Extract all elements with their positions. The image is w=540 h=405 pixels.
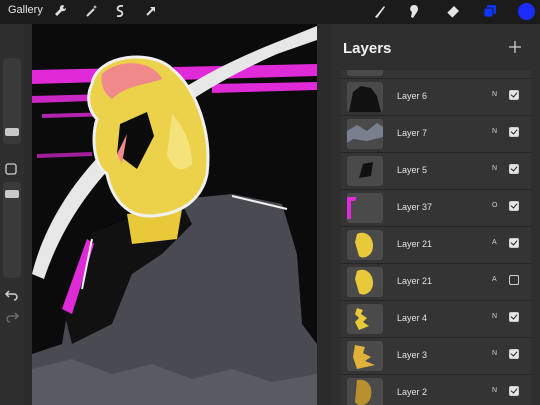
selection-icon[interactable]	[112, 3, 128, 19]
layers-icon[interactable]	[482, 3, 498, 19]
undo-icon[interactable]	[4, 286, 20, 302]
layer-name: Layer 7	[397, 128, 428, 138]
layer-row[interactable]: Layer 6 N	[341, 79, 531, 116]
layer-blend-mode[interactable]: N	[492, 165, 497, 172]
layer-visibility-checkbox[interactable]	[509, 312, 519, 322]
layer-blend-mode[interactable]: N	[492, 128, 497, 135]
layer-row[interactable]: Layer 2 N	[341, 375, 531, 405]
layer-row[interactable]: Layer 3 N	[341, 338, 531, 375]
drawing-canvas[interactable]	[32, 24, 317, 405]
layer-visibility-checkbox[interactable]	[509, 90, 519, 100]
magic-wand-icon[interactable]	[84, 3, 100, 19]
smudge-icon[interactable]	[406, 3, 422, 19]
layer-visibility-checkbox[interactable]	[509, 275, 519, 285]
layer-thumbnail	[347, 230, 383, 260]
layer-visibility-checkbox[interactable]	[509, 349, 519, 359]
layer-blend-mode[interactable]: A	[492, 276, 497, 283]
layer-name: Layer 5	[397, 165, 428, 175]
layer-row[interactable]: Layer 4 N	[341, 301, 531, 338]
layer-row[interactable]: Layer 5 N	[341, 153, 531, 190]
layer-name: Layer 2	[397, 387, 428, 397]
layer-row[interactable]: Layer 7 N	[341, 116, 531, 153]
layer-blend-mode[interactable]: N	[492, 350, 497, 357]
layer-thumbnail	[347, 82, 383, 112]
plus-icon[interactable]	[508, 40, 522, 54]
layer-visibility-checkbox[interactable]	[509, 386, 519, 396]
layer-row[interactable]: Layer 21 A	[341, 264, 531, 301]
layer-thumbnail	[347, 378, 383, 405]
eraser-icon[interactable]	[445, 3, 461, 19]
layer-blend-mode[interactable]: A	[492, 239, 497, 246]
layer-thumbnail	[347, 341, 383, 371]
opacity-thumb[interactable]	[5, 190, 19, 198]
brush-size-slider[interactable]	[3, 58, 21, 144]
layer-row[interactable]: Layer 21 A	[341, 227, 531, 264]
layer-thumbnail	[347, 267, 383, 297]
layer-thumbnail	[347, 119, 383, 149]
layer-visibility-checkbox[interactable]	[509, 127, 519, 137]
layer-visibility-checkbox[interactable]	[509, 238, 519, 248]
layer-row-partial[interactable]	[341, 70, 531, 79]
layers-panel-title: Layers	[343, 40, 392, 57]
wrench-icon[interactable]	[52, 3, 68, 19]
layer-row[interactable]: Layer 37 O	[341, 190, 531, 227]
layer-thumbnail	[347, 156, 383, 186]
layer-name: Layer 6	[397, 91, 428, 101]
opacity-slider[interactable]	[3, 182, 21, 278]
modifier-square-icon[interactable]	[5, 162, 17, 175]
brush-icon[interactable]	[372, 3, 388, 19]
layer-blend-mode[interactable]: N	[492, 387, 497, 394]
layer-name: Layer 3	[397, 350, 428, 360]
layer-name: Layer 21	[397, 239, 433, 249]
left-sidebar	[0, 24, 24, 405]
brush-size-thumb[interactable]	[5, 128, 19, 136]
layer-visibility-checkbox[interactable]	[509, 164, 519, 174]
layer-name: Layer 21	[397, 276, 433, 286]
layer-name: Layer 4	[397, 313, 428, 323]
top-toolbar: Gallery	[0, 0, 540, 24]
redo-icon[interactable]	[4, 308, 20, 324]
layer-thumbnail	[347, 304, 383, 334]
layer-blend-mode[interactable]: N	[492, 91, 497, 98]
layer-thumbnail	[347, 193, 383, 223]
layer-visibility-checkbox[interactable]	[509, 201, 519, 211]
transform-arrow-icon[interactable]	[143, 3, 159, 19]
layer-blend-mode[interactable]: O	[492, 202, 497, 209]
layer-thumbnail	[347, 70, 383, 76]
layer-blend-mode[interactable]: N	[492, 313, 497, 320]
layers-panel: Layers Layer 6 N Layer 7 N Layer 5 N Lay…	[331, 24, 540, 405]
artwork	[32, 24, 317, 405]
layer-name: Layer 37	[397, 202, 433, 212]
layers-list: Layer 6 N Layer 7 N Layer 5 N Layer 37 O…	[341, 70, 531, 405]
color-icon[interactable]	[518, 3, 535, 20]
gallery-button[interactable]: Gallery	[8, 4, 43, 16]
